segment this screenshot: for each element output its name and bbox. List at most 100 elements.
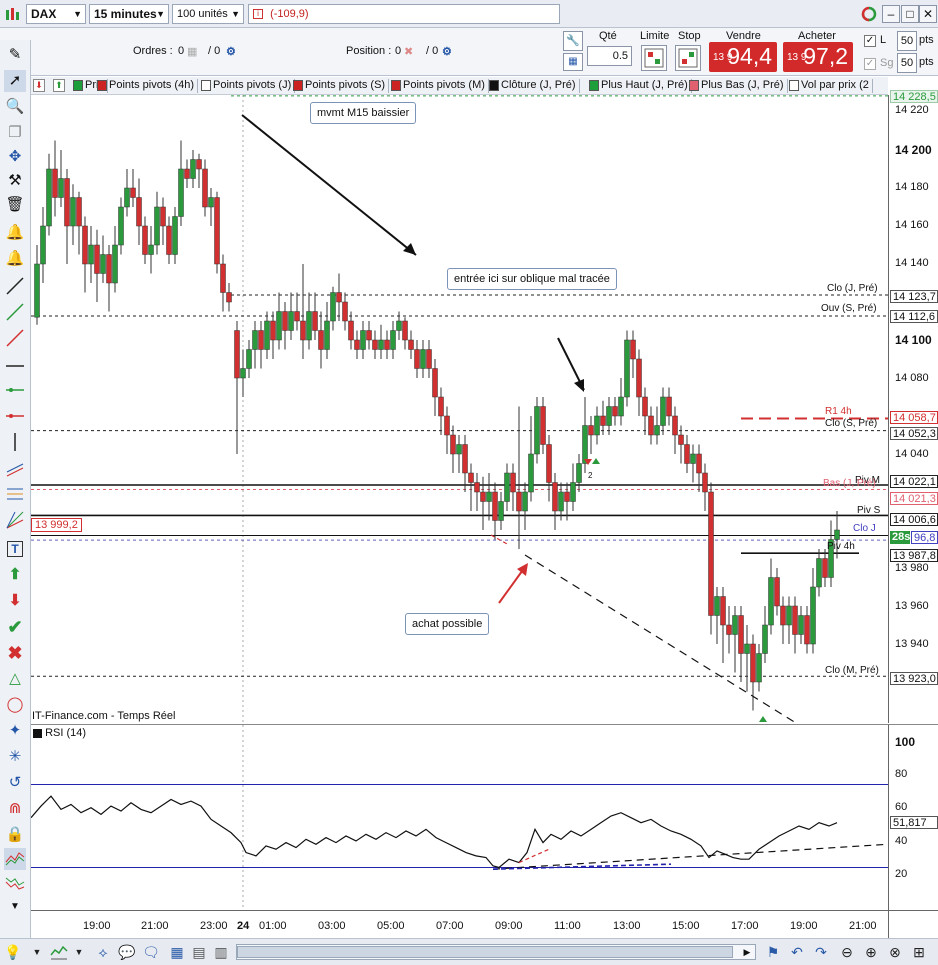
expand-up-icon[interactable]: ⬆ [53,79,65,92]
fit-icon[interactable]: ⊗ [886,943,904,961]
timeframe-select[interactable]: 15 minutes ▼ [89,4,169,24]
rsi-canvas[interactable] [30,725,889,911]
trendline-red-icon[interactable] [4,328,26,350]
horizontal-line-icon[interactable] [4,356,26,378]
copy-icon[interactable]: ❐ [4,122,26,144]
chevron-down-icon[interactable]: ▼ [28,943,46,961]
tag-clo-m: 13 923,0 [890,672,938,685]
legend-item[interactable]: Points pivots (J) [199,79,296,93]
l-checkbox[interactable]: ✓ [864,35,876,47]
undo-icon[interactable]: ↶ [788,943,806,961]
legend-item[interactable]: Points pivots (M) [389,79,489,93]
stop-order-button[interactable] [675,45,701,71]
candle-up [582,425,588,464]
alert-icon[interactable]: 🔔 [4,222,26,244]
orders-gear-icon[interactable]: ⚙ [226,45,236,58]
share-icon[interactable]: ⟡ [94,943,112,961]
settings-grid-icon[interactable]: ▤ [190,943,208,961]
undo-rotate-icon[interactable]: ↺ [4,772,26,794]
fibonacci-icon[interactable] [4,484,26,506]
checkmark-icon[interactable]: ✔ [4,616,26,638]
close-position-icon[interactable]: ✖ [404,45,413,58]
legend-item[interactable]: Points pivots (4h) [95,79,198,93]
chat-icon[interactable]: 🗨 [142,943,160,961]
position-gear-icon[interactable]: ⚙ [442,45,452,58]
candle-up [40,225,46,265]
alarm-icon[interactable]: 🔔 [4,248,26,270]
rsi-axis[interactable]: 100 80 60 40 20 51,817 [888,724,938,910]
horizontal-line-red-icon[interactable] [4,406,26,428]
sg-checkbox[interactable]: ✓ [864,58,876,70]
tools-icon[interactable]: ⚒ [4,170,26,192]
annotation-achat[interactable]: achat possible [405,613,490,635]
comment-icon[interactable]: 💬 [118,943,136,961]
buy-button[interactable]: 13 9 97,2 [783,42,853,72]
rsi-panel[interactable]: RSI (14) [30,724,889,911]
trendline-icon[interactable] [4,276,26,298]
network-icon[interactable]: ✳ [4,746,26,768]
vertical-line-icon[interactable] [4,432,26,454]
pts-input-2[interactable]: 50 [897,53,917,73]
close-button[interactable]: ✕ [919,5,937,23]
flag-icon[interactable]: ⚑ [764,943,782,961]
limit-order-button[interactable] [641,45,667,71]
trash-icon[interactable]: 🗑 [4,194,26,216]
candle-down [678,434,684,445]
chart-type-icon[interactable] [50,943,68,961]
legend-item[interactable]: Plus Haut (J, Pré) [587,79,692,93]
layout-icon[interactable]: ▥ [212,943,230,961]
fullscreen-icon[interactable]: ⊞ [910,943,928,961]
legend-item[interactable]: Clôture (J, Pré) [487,79,580,93]
sparkle-icon[interactable]: ✦ [4,720,26,742]
ellipse-icon[interactable]: ◯ [4,694,26,716]
horizontal-line-green-icon[interactable] [4,380,26,402]
text-icon[interactable]: T [4,538,26,560]
gann-fan-icon[interactable] [4,510,26,532]
minimize-button[interactable]: – [882,5,900,23]
channel-icon[interactable] [4,458,26,480]
arrow-down-icon[interactable]: ⬇ [4,590,26,612]
cursor-icon[interactable]: ➚ [4,70,26,92]
time-scrollbar[interactable]: ▶ [236,944,756,960]
magnet-icon[interactable]: ⋒ [4,798,26,820]
rsi-title-box[interactable]: RSI (14) [33,727,86,739]
refresh-icon[interactable] [860,5,878,23]
indicator-line-icon[interactable] [4,848,26,870]
clear-orders-icon[interactable]: ▦ [187,45,197,58]
zoom-in-icon[interactable]: ⊕ [862,943,880,961]
pts-input-1[interactable]: 50 [897,31,917,51]
lightbulb-icon[interactable]: 💡 [4,943,22,961]
legend-item[interactable]: Vol par prix (2 [787,79,873,93]
lock-icon[interactable]: 🔒 [4,824,26,846]
price-axis[interactable]: 14 220 14 200 14 180 14 160 14 140 14 10… [888,90,938,723]
units-select[interactable]: 100 unités ▼ [172,4,244,24]
pencil-icon[interactable]: ✎ [4,44,26,66]
zoom-icon[interactable]: 🔍 [4,96,26,118]
qty-input[interactable]: 0.5 [587,46,632,66]
scrollbar-thumb[interactable] [237,946,733,958]
triangle-icon[interactable]: △ [4,668,26,690]
keypad-icon[interactable]: ▦ [563,53,583,71]
cross-icon[interactable]: ✖ [4,642,26,664]
maximize-button[interactable]: □ [901,5,919,23]
annotation-entree[interactable]: entrée ici sur oblique mal tracée [447,268,617,290]
move-icon[interactable]: ✥ [4,146,26,168]
sell-button[interactable]: 13 9 94,4 [709,42,777,72]
chevron-down-icon[interactable]: ▼ [70,943,88,961]
instrument-select[interactable]: DAX ▼ [26,4,86,24]
arrow-up-icon[interactable]: ⬆ [4,564,26,586]
time-axis[interactable]: 19:00 21:00 23:00 24 01:00 03:00 05:00 07:00 09:… [31,910,888,938]
price-chart[interactable]: mvmt M15 baissier entrée ici sur oblique… [31,95,888,724]
annotation-mvmt[interactable]: mvmt M15 baissier [310,102,417,124]
wrench-icon[interactable]: 🔧 [563,31,583,51]
calculator-icon[interactable]: ▦ [168,943,186,961]
zoom-out-icon[interactable]: ⊖ [838,943,856,961]
legend-item[interactable]: Plus Bas (J, Pré) [687,79,788,93]
legend-item[interactable]: Points pivots (S) [291,79,390,93]
redo-icon[interactable]: ↷ [812,943,830,961]
collapse-down-icon[interactable]: ⬇ [33,79,45,92]
indicator-multi-icon[interactable] [4,872,26,894]
scroll-right-icon[interactable]: ▶ [740,945,754,959]
trendline-green-icon[interactable] [4,302,26,324]
candle-down [196,159,202,170]
